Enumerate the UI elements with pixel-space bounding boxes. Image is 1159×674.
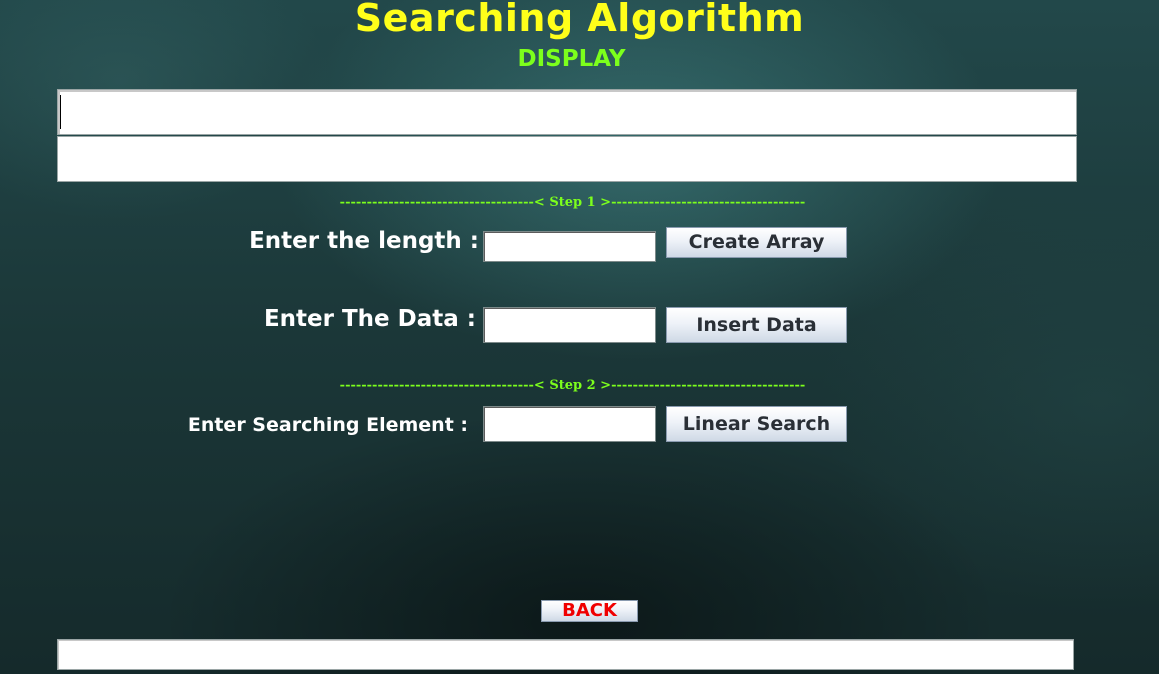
step-1-divider: ------------------------------------< St… (339, 195, 806, 210)
length-input[interactable] (483, 231, 656, 262)
status-output-field[interactable] (57, 639, 1074, 670)
display-output-line-1[interactable] (57, 89, 1077, 135)
insert-data-button[interactable]: Insert Data (666, 307, 847, 343)
text-caret (60, 95, 61, 129)
display-heading: DISPLAY (517, 46, 626, 72)
step-2-divider: ------------------------------------< St… (339, 378, 806, 393)
search-element-label: Enter Searching Element : (187, 414, 468, 436)
search-element-input[interactable] (483, 406, 656, 442)
linear-search-button[interactable]: Linear Search (666, 406, 847, 442)
length-label: Enter the length : (249, 228, 479, 254)
display-output-line-2[interactable] (57, 136, 1077, 182)
data-label: Enter The Data : (263, 306, 476, 332)
page-title: Searching Algorithm (354, 0, 805, 40)
data-input[interactable] (483, 307, 656, 343)
back-button[interactable]: BACK (541, 600, 638, 622)
create-array-button[interactable]: Create Array (666, 227, 847, 258)
